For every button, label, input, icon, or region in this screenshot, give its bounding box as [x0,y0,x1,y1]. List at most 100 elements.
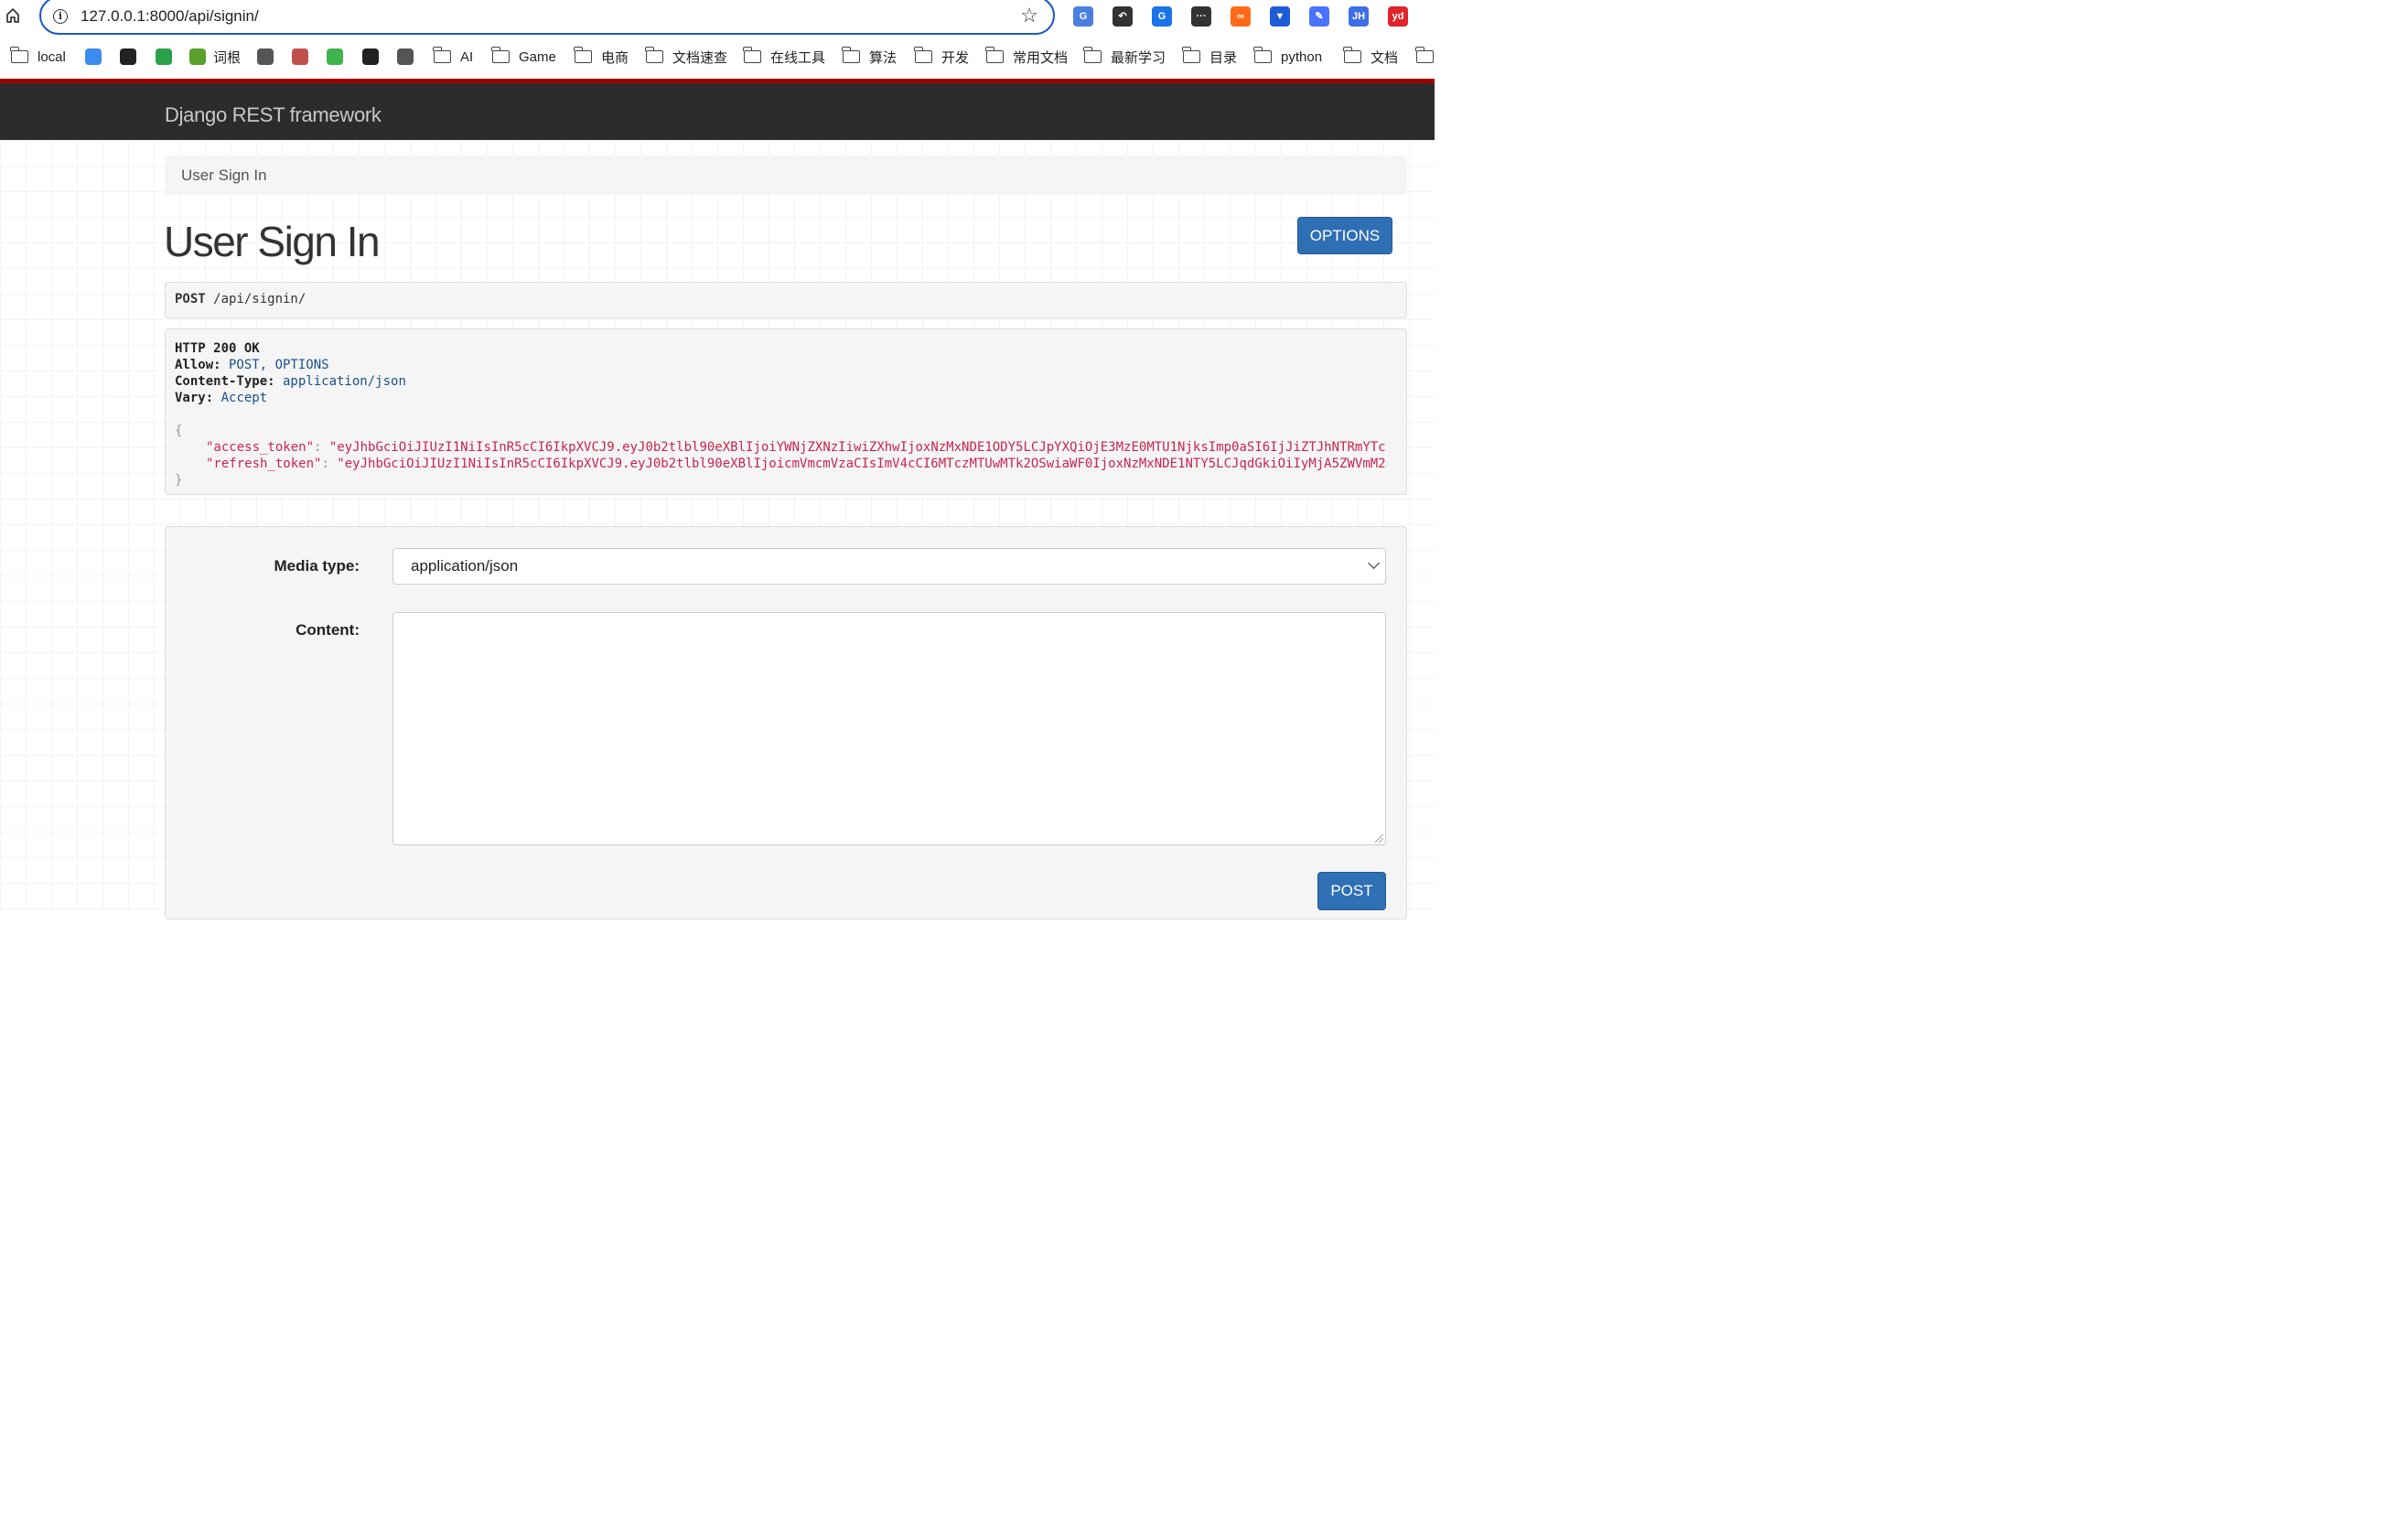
bookmark-label: python [1281,48,1323,65]
folder-icon [914,47,932,63]
bookmarks-bar: local 词根 AI Game 电商 文档速查 在线工具 算法 开发 常用文档 最新学习 目录 pyt… [0,38,1435,75]
site-info-icon[interactable]: i [53,9,68,24]
brand-link[interactable]: Django REST framework [165,103,382,127]
json-open-brace: { [175,424,183,438]
bookmark-item[interactable]: local [10,46,66,68]
folder-icon [842,47,860,63]
bookmark-label: 最新学习 [1111,49,1166,66]
response-header-content-type: Content-Type: application/json [175,373,1397,390]
folder-icon [10,47,28,63]
bookmark-label: 常用文档 [1013,49,1069,66]
bookmark-item[interactable]: 最新学习 [1083,46,1166,68]
bookmark-item[interactable] [397,46,421,68]
bookmark-item[interactable]: 开发 [914,46,970,68]
bookmark-label: 开发 [941,49,970,66]
folder-icon [1343,47,1361,63]
pen-extension-icon[interactable]: ✎ [1309,6,1329,27]
post-button[interactable]: POST [1317,872,1386,910]
page-title: User Sign In [164,218,381,265]
bookmark-item[interactable] [257,46,281,68]
response-header-vary: Vary: Accept [175,390,1397,406]
bookmark-item[interactable] [1415,46,1443,68]
bookmark-item[interactable]: 在线工具 [743,46,825,68]
breadcrumb-item-current[interactable]: User Sign In [181,167,267,184]
bookmark-item[interactable]: 词根 [189,46,241,68]
media-type-select[interactable]: application/json [392,548,1386,585]
bookmark-label: 文档 [1371,49,1399,66]
folder-icon [645,47,663,63]
json-line-refresh-token: "refresh_token": "eyJhbGciOiJIUzI1NiIsIn… [206,457,1386,471]
bookmark-item[interactable] [362,46,386,68]
bookmark-item[interactable] [156,46,179,68]
bookmark-item[interactable]: Game [491,46,556,68]
bookmark-favicon-icon [85,48,102,65]
bookmark-item[interactable]: 文档 [1343,46,1399,68]
bookmark-favicon-icon [327,48,343,65]
folder-icon [1253,47,1272,63]
bookmark-label: 算法 [869,49,898,66]
bookmark-item[interactable] [327,46,350,68]
bookmark-star-icon[interactable]: ☆ [1020,5,1038,26]
address-bar[interactable]: i 127.0.0.1:8000/api/signin/ ☆ [39,0,1055,35]
content-textarea[interactable] [392,612,1386,845]
bookmark-item[interactable] [120,46,144,68]
request-info: POST /api/signin/ [165,282,1407,318]
jh-extension-icon[interactable]: JH [1349,6,1369,27]
vue-devtools-extension-icon[interactable]: ▼ [1270,6,1290,27]
header-value: POST, OPTIONS [220,358,329,372]
bookmark-favicon-icon [362,48,379,65]
page-content: User Sign In User Sign In OPTIONS POST /… [0,140,1435,919]
breadcrumb: User Sign In [165,156,1407,195]
bookmark-favicon-icon [189,48,206,65]
bookmark-label: AI [460,48,474,65]
folder-icon [1415,47,1434,63]
request-method: POST [175,292,206,306]
folder-icon [433,47,451,63]
bookmark-item[interactable] [292,46,316,68]
json-line-access-token: "access_token": "eyJhbGciOiJIUzI1NiIsInR… [206,440,1386,455]
refresh-arrow-extension-icon[interactable]: ↶ [1113,6,1133,27]
bookmark-label: 电商 [601,49,629,66]
folder-icon [1083,47,1102,63]
browser-address-row: i 127.0.0.1:8000/api/signin/ ☆ G ↶ G ··· ∞ ▼ ✎… [0,0,1435,35]
yd-extension-icon[interactable]: yd [1388,6,1408,27]
content-label: Content: [296,621,360,639]
bookmark-item[interactable]: 常用文档 [985,46,1069,68]
header-value: Accept [213,391,268,405]
options-button[interactable]: OPTIONS [1297,217,1392,254]
media-type-value: application/json [411,557,519,575]
bookmark-favicon-icon [156,48,172,65]
bookmark-label: 目录 [1209,49,1238,66]
chevron-down-icon [1368,557,1380,569]
media-type-label: Media type: [274,557,360,575]
bookmark-favicon-icon [397,48,414,65]
folder-icon [491,47,510,63]
raw-data-form: Media type: application/json Content: PO… [165,526,1407,919]
header-key: Vary: [175,391,214,405]
infinity-extension-icon[interactable]: ∞ [1231,6,1251,27]
header-value: application/json [274,374,406,389]
dots-extension-icon[interactable]: ··· [1191,6,1211,27]
json-close-brace: } [175,473,183,488]
bookmark-item[interactable]: 算法 [842,46,898,68]
home-icon[interactable] [5,7,20,24]
url-text[interactable]: 127.0.0.1:8000/api/signin/ [81,7,259,26]
translate-extension-icon[interactable]: G [1073,6,1093,27]
bookmark-favicon-icon [257,48,274,65]
json-key: "access_token" [206,440,315,455]
bookmark-item[interactable]: 目录 [1182,46,1238,68]
response-info: HTTP 200 OK Allow: POST, OPTIONS Content… [165,328,1407,495]
bookmark-label: 文档速查 [672,49,728,66]
bookmark-item[interactable]: AI [433,46,474,68]
json-key: "refresh_token" [206,457,322,471]
folder-icon [743,47,761,63]
bookmark-item[interactable]: 电商 [574,46,629,68]
bookmark-item[interactable]: 文档速查 [645,46,728,68]
bookmark-item[interactable]: python [1253,46,1323,68]
drf-navbar: Django REST framework [0,79,1435,140]
grammarly-extension-icon[interactable]: G [1152,6,1172,27]
bookmark-label: Game [519,48,556,65]
resize-handle-icon[interactable] [1375,834,1383,843]
bookmark-label: 词根 [213,49,242,66]
bookmark-item[interactable] [85,46,109,68]
